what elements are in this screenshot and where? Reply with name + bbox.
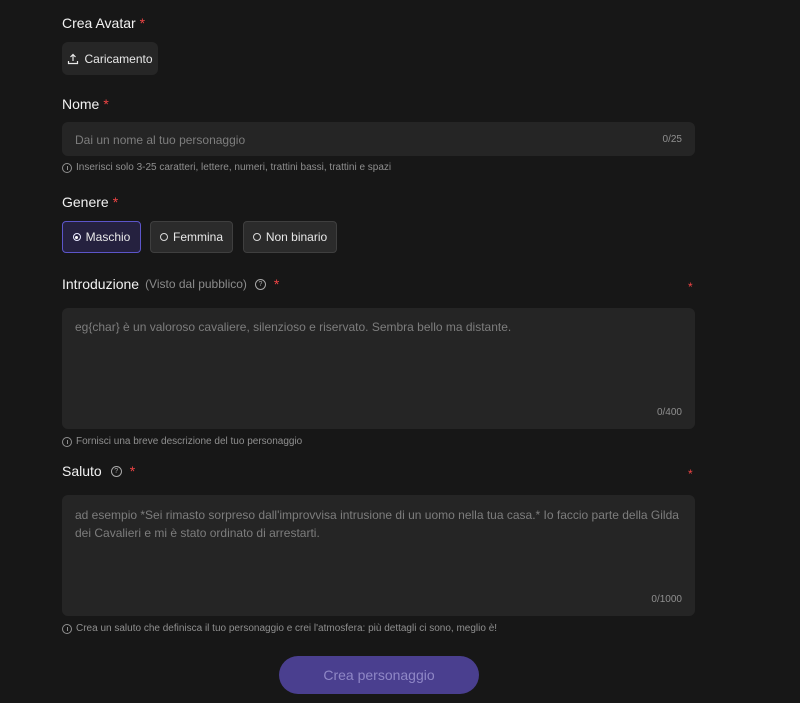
avatar-label: Crea Avatar * [62,15,146,31]
intro-label: Introduzione (Visto dal pubblico) ? * [62,276,280,292]
gender-option-non-binario[interactable]: Non binario [243,221,337,253]
intro-required-mark: * [688,280,693,294]
radio-icon [252,233,261,241]
gender-label: Genere * [62,194,119,210]
name-input[interactable]: Dai un nome al tuo personaggio 0/25 [62,122,695,156]
greeting-required-mark: * [688,467,693,481]
name-label: Nome * [62,96,109,112]
intro-textarea[interactable]: eg{char} è un valoroso cavaliere, silenz… [62,308,695,429]
info-icon [62,623,72,634]
greeting-textarea[interactable]: ad esempio *Sei rimasto sorpreso dall'im… [62,495,695,616]
create-character-button[interactable]: Crea personaggio [279,656,479,694]
radio-icon [72,233,81,241]
name-hint: Inserisci solo 3-25 caratteri, lettere, … [62,162,391,173]
upload-button[interactable]: Caricamento [62,42,158,75]
intro-counter: 0/400 [656,407,682,418]
name-counter: 0/25 [662,134,682,145]
help-icon[interactable]: ? [254,278,266,290]
name-placeholder: Dai un nome al tuo personaggio [75,133,246,147]
info-icon [62,162,72,173]
info-icon [62,436,72,447]
help-icon[interactable]: ? [110,465,122,477]
greeting-counter: 0/1000 [651,594,682,605]
gender-option-maschio[interactable]: Maschio [62,221,141,253]
greeting-label: Saluto ? * [62,463,136,479]
upload-icon [68,53,79,64]
gender-option-femmina[interactable]: Femmina [150,221,233,253]
upload-button-label: Caricamento [84,51,153,66]
radio-icon [159,233,168,241]
greeting-placeholder: ad esempio *Sei rimasto sorpreso dall'im… [75,508,679,540]
intro-placeholder: eg{char} è un valoroso cavaliere, silenz… [75,320,512,334]
intro-hint: Fornisci una breve descrizione del tuo p… [62,436,302,447]
greeting-hint: Crea un saluto che definisca il tuo pers… [62,623,497,634]
